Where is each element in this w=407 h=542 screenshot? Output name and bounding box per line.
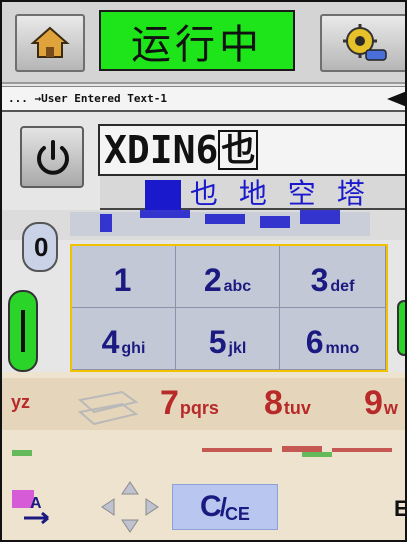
window-frame [0, 0, 407, 542]
